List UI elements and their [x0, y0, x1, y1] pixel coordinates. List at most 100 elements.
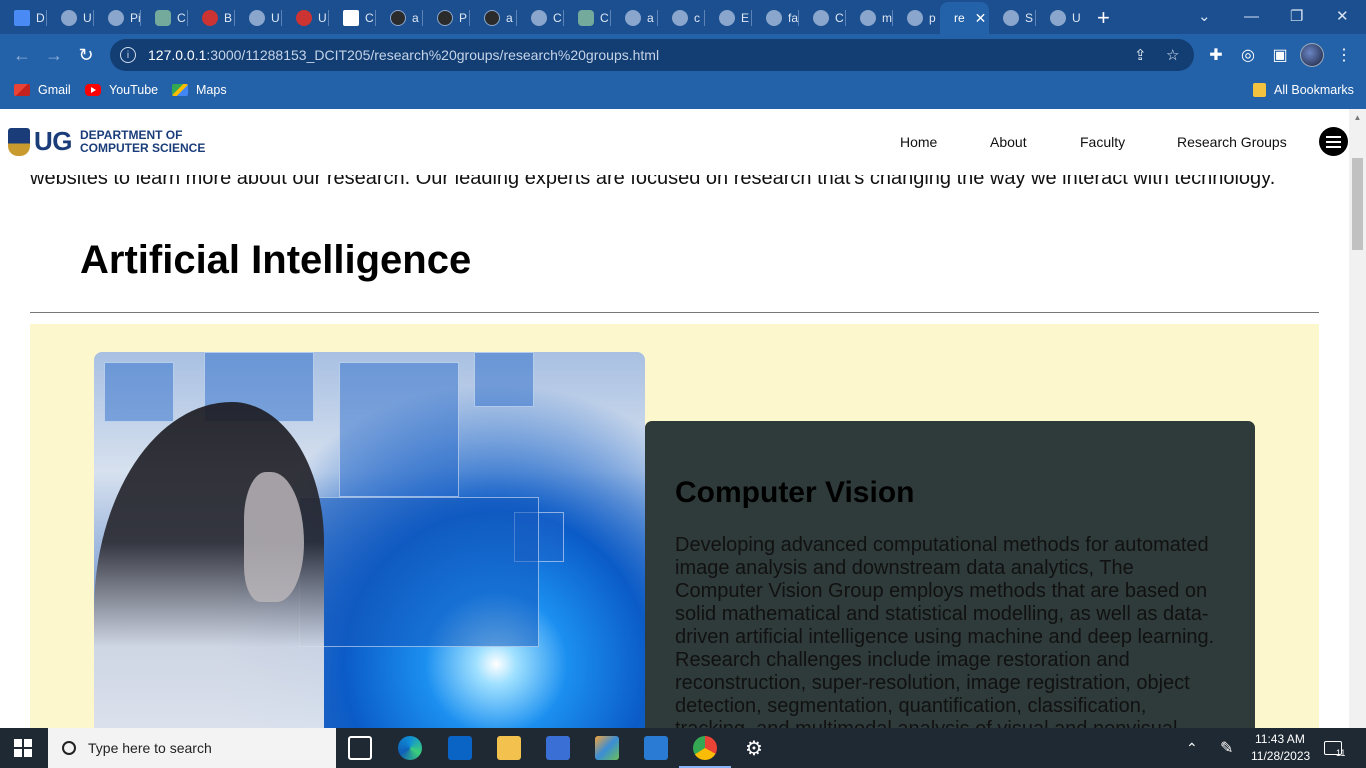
taskbar-search[interactable]: Type here to search: [48, 728, 336, 768]
bookmark-youtube[interactable]: YouTube: [85, 83, 158, 97]
tab[interactable]: fa: [752, 2, 799, 34]
globe-icon: [813, 10, 829, 26]
profile-avatar[interactable]: [1300, 43, 1324, 67]
taskbar: Type here to search ⚙ ⌃ ✎ 11:43 AM 11/28…: [0, 728, 1366, 768]
back-icon[interactable]: ←: [10, 43, 34, 67]
tab[interactable]: B: [188, 2, 235, 34]
search-placeholder: Type here to search: [88, 740, 212, 756]
tab[interactable]: C: [799, 2, 846, 34]
pen-icon[interactable]: ✎: [1220, 728, 1233, 768]
tab[interactable]: U: [235, 2, 282, 34]
tab[interactable]: m: [846, 2, 893, 34]
extension-icon[interactable]: ◎: [1236, 43, 1260, 67]
nav-home[interactable]: Home: [900, 134, 937, 150]
app-icon[interactable]: [595, 736, 619, 760]
more-menu-icon[interactable]: ⋮: [1332, 43, 1356, 67]
logo-line2: COMPUTER SCIENCE: [80, 140, 206, 155]
extensions-icon[interactable]: ✚: [1204, 43, 1228, 67]
system-clock[interactable]: 11:43 AM 11/28/2023: [1251, 731, 1310, 765]
github-icon: [484, 10, 500, 26]
new-tab-button[interactable]: +: [1097, 2, 1110, 34]
logo-ug: UG: [34, 126, 73, 156]
tab[interactable]: U: [282, 2, 329, 34]
scroll-up-icon[interactable]: ▲: [1349, 109, 1366, 126]
site-header: UG DEPARTMENT OF COMPUTER SCIENCE Home A…: [0, 109, 1349, 175]
tab-label: P: [459, 11, 468, 25]
tab-label: a: [412, 11, 419, 25]
store-icon[interactable]: [546, 736, 570, 760]
bookmark-label: YouTube: [109, 83, 159, 97]
tab[interactable]: U: [47, 2, 94, 34]
bookmark-maps[interactable]: Maps: [172, 83, 227, 97]
vscode-icon[interactable]: [644, 736, 668, 760]
side-panel-icon[interactable]: ▣: [1268, 43, 1292, 67]
tab[interactable]: Pi: [94, 2, 141, 34]
tab-label: re: [954, 11, 965, 25]
tab-strip: D U Pi C B U U C a P a C C a c E fa C m …: [0, 0, 1366, 34]
address-bar[interactable]: i 127.0.0.1:3000/11288153_DCIT205/resear…: [110, 39, 1194, 71]
nav-faculty[interactable]: Faculty: [1080, 134, 1125, 150]
forward-icon[interactable]: →: [42, 43, 66, 67]
share-icon[interactable]: ⇪: [1134, 46, 1147, 64]
github-icon: [437, 10, 453, 26]
tab-label: fa: [788, 11, 799, 25]
clock-date: 11/28/2023: [1251, 749, 1311, 763]
tab[interactable]: C: [517, 2, 564, 34]
globe-icon: [719, 10, 735, 26]
scrollbar-thumb[interactable]: [1352, 158, 1363, 250]
file-explorer-icon[interactable]: [497, 736, 521, 760]
site-info-icon[interactable]: i: [120, 47, 136, 63]
globe-icon: [766, 10, 782, 26]
mail-icon[interactable]: [448, 736, 472, 760]
tray-chevron-icon[interactable]: ⌃: [1186, 728, 1198, 768]
computer-vision-image: [94, 352, 645, 728]
tab-label: C: [365, 11, 374, 25]
tab-active[interactable]: re ✕: [940, 2, 989, 34]
nav-about[interactable]: About: [990, 134, 1027, 150]
globe-icon: [249, 10, 265, 26]
edge-icon[interactable]: [398, 736, 422, 760]
restore-icon[interactable]: ❐: [1290, 0, 1303, 32]
windows-start-icon[interactable]: [14, 739, 32, 757]
tab[interactable]: a: [376, 2, 423, 34]
tab-label: C: [553, 11, 562, 25]
minimize-icon[interactable]: —: [1244, 0, 1259, 32]
tab[interactable]: a: [470, 2, 517, 34]
site-logo[interactable]: UG DEPARTMENT OF COMPUTER SCIENCE: [8, 126, 205, 157]
bookmark-star-icon[interactable]: ☆: [1166, 46, 1179, 64]
tab-search-icon[interactable]: ⌄: [1198, 0, 1211, 32]
globe-icon: [860, 10, 876, 26]
notifications-icon[interactable]: 11: [1324, 728, 1345, 768]
chrome-icon[interactable]: [679, 736, 731, 768]
tab[interactable]: C: [329, 2, 376, 34]
globe-icon: [907, 10, 923, 26]
tab-label: a: [647, 11, 654, 25]
tab[interactable]: D: [0, 2, 47, 34]
all-bookmarks[interactable]: All Bookmarks: [1253, 83, 1354, 97]
search-icon: [62, 741, 76, 755]
settings-gear-icon[interactable]: ⚙: [742, 736, 766, 760]
tab[interactable]: C: [564, 2, 611, 34]
page-scrollbar[interactable]: ▲: [1349, 109, 1366, 728]
reload-icon[interactable]: ↻: [74, 43, 98, 67]
tab-label: a: [506, 11, 513, 25]
divider: [30, 312, 1319, 313]
task-view-icon[interactable]: [348, 736, 372, 760]
hamburger-menu-icon[interactable]: [1319, 127, 1348, 156]
nav-research-groups[interactable]: Research Groups: [1177, 134, 1287, 150]
tab[interactable]: P: [423, 2, 470, 34]
tab[interactable]: S: [989, 2, 1036, 34]
tab[interactable]: c: [658, 2, 705, 34]
loading-icon: [108, 10, 124, 26]
tab[interactable]: C: [141, 2, 188, 34]
folder-icon: [1253, 83, 1266, 97]
window-close-icon[interactable]: ✕: [1336, 0, 1349, 32]
tab-label: U: [1072, 11, 1081, 25]
tab[interactable]: p: [893, 2, 940, 34]
research-card: Computer Vision Developing advanced comp…: [645, 421, 1255, 728]
tab[interactable]: E: [705, 2, 752, 34]
close-icon[interactable]: ✕: [975, 10, 987, 27]
tab[interactable]: U: [1036, 2, 1083, 34]
tab[interactable]: a: [611, 2, 658, 34]
bookmark-gmail[interactable]: Gmail: [14, 83, 71, 97]
